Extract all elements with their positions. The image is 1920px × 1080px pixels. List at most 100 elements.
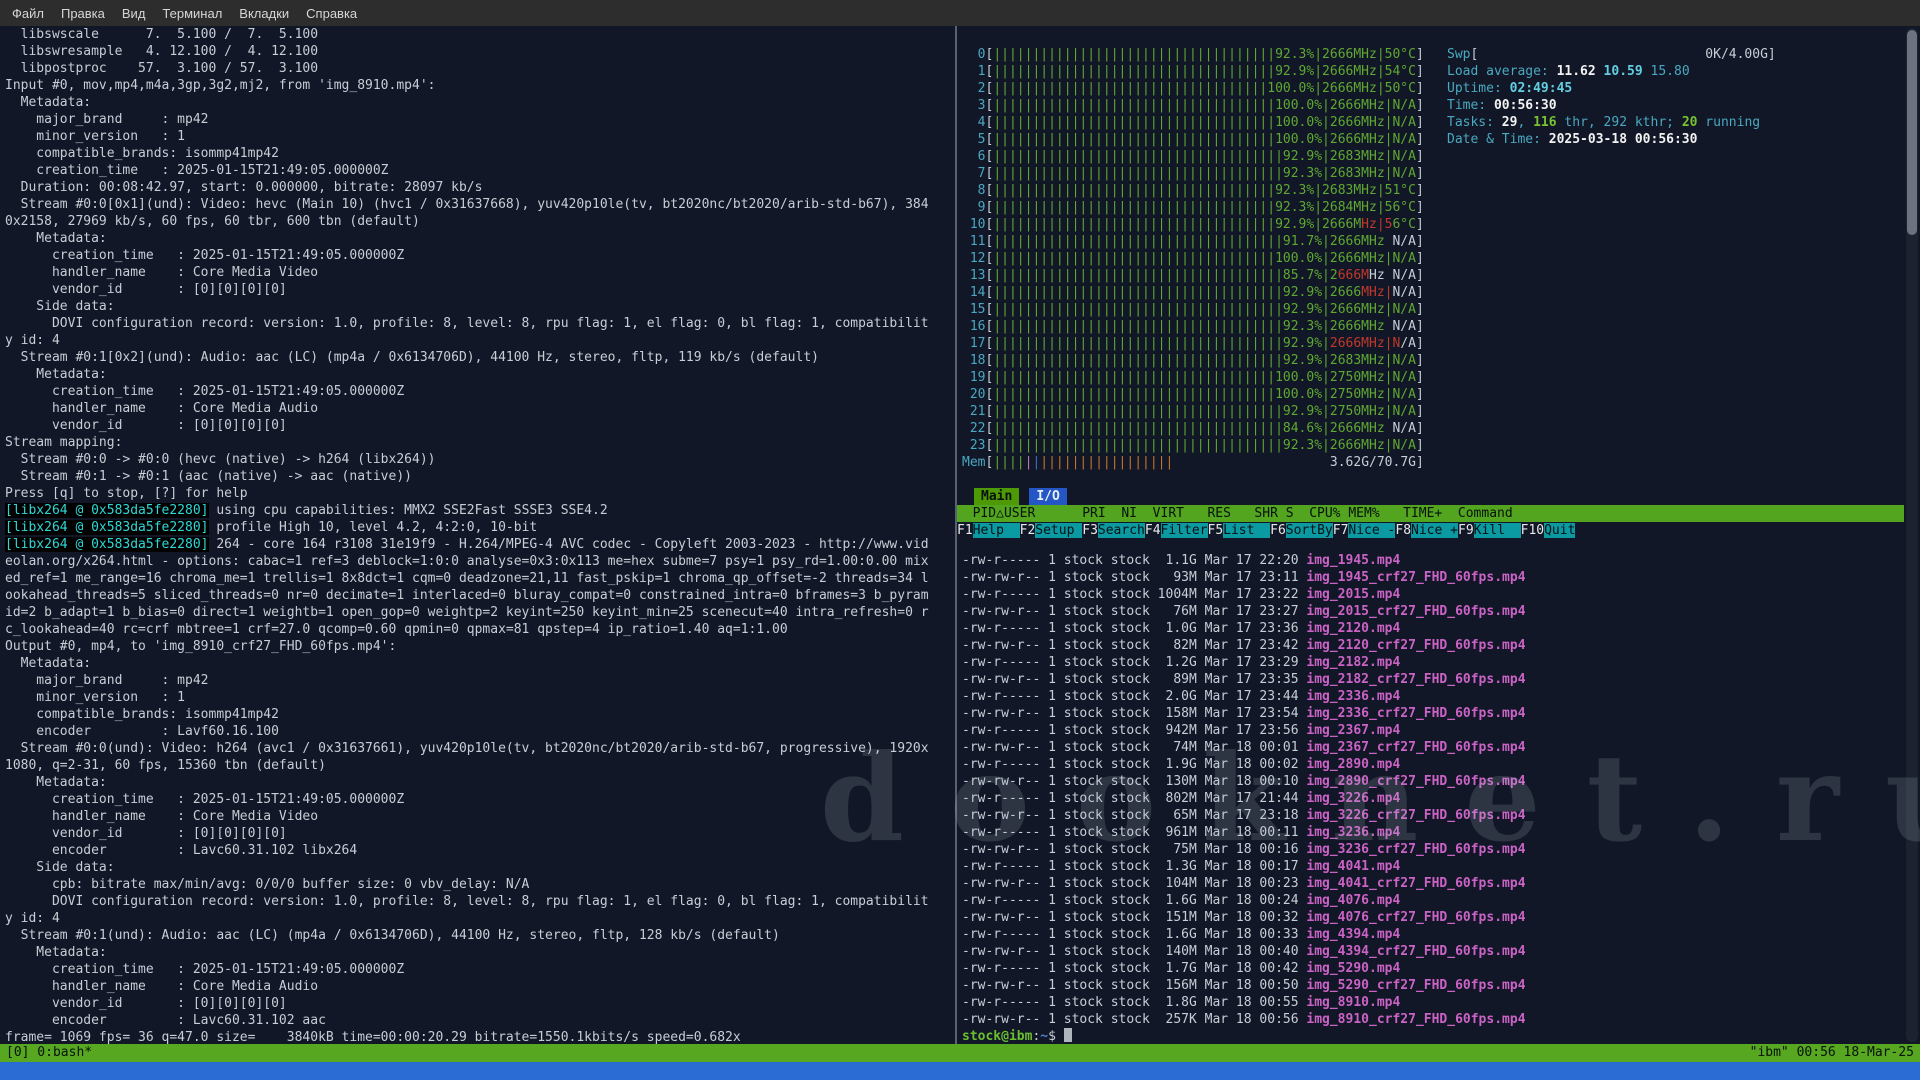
terminal-line: Input #0, mov,mp4,m4a,3gp,3g2,mj2, from … — [5, 77, 953, 94]
file-name: img_3236.mp4 — [1306, 825, 1400, 840]
terminal-line: Stream #0:0 -> #0:0 (hevc (native) -> h2… — [5, 451, 953, 468]
fkey-label[interactable]: Help — [973, 523, 1020, 538]
terminal-line: Metadata: — [5, 774, 953, 791]
terminal-line: Metadata: — [5, 366, 953, 383]
terminal-line: eolan.org/x264.html - options: cabac=1 r… — [5, 553, 953, 570]
terminal-line: Stream #0:1(und): Audio: aac (LC) (mp4a … — [5, 927, 953, 944]
file-name: img_4041_crf27_FHD_60fps.mp4 — [1306, 876, 1525, 891]
file-name: img_3226.mp4 — [1306, 791, 1400, 806]
terminal-line: vendor_id : [0][0][0][0] — [5, 995, 953, 1012]
file-name: img_2120.mp4 — [1306, 621, 1400, 636]
scrollbar[interactable] — [1906, 28, 1918, 1042]
cpu-meter: 19[||||||||||||||||||||||||||||||||||||1… — [962, 369, 1424, 386]
file-row: -rw-r----- 1 stock stock 1.8G Mar 18 00:… — [962, 994, 1526, 1011]
shell-prompt[interactable]: stock@ibm:~$ — [962, 1028, 1072, 1045]
fkey-label[interactable]: Nice + — [1411, 523, 1458, 538]
terminal-line: compatible_brands: isommp41mp42 — [5, 706, 953, 723]
file-row: -rw-r----- 1 stock stock 942M Mar 17 23:… — [962, 722, 1526, 739]
terminal-line: vendor_id : [0][0][0][0] — [5, 281, 953, 298]
menu-item[interactable]: Правка — [61, 6, 105, 21]
terminal-line: creation_time : 2025-01-15T21:49:05.0000… — [5, 162, 953, 179]
cpu-meter: 14[|||||||||||||||||||||||||||||||||||||… — [962, 284, 1424, 301]
fkey-label[interactable]: Kill — [1474, 523, 1521, 538]
file-name: img_8910_crf27_FHD_60fps.mp4 — [1306, 1012, 1525, 1027]
terminal-line: minor_version : 1 — [5, 128, 953, 145]
terminal-line: y id: 4 — [5, 910, 953, 927]
terminal-line: encoder : Lavc60.31.102 aac — [5, 1012, 953, 1029]
fkey-f7[interactable]: F7 — [1333, 523, 1349, 538]
file-row: -rw-rw-r-- 1 stock stock 76M Mar 17 23:2… — [962, 603, 1526, 620]
menu-item[interactable]: Файл — [12, 6, 44, 21]
cpu-meter: 21[|||||||||||||||||||||||||||||||||||||… — [962, 403, 1424, 420]
file-row: -rw-rw-r-- 1 stock stock 104M Mar 18 00:… — [962, 875, 1526, 892]
fkey-label[interactable]: Setup — [1035, 523, 1082, 538]
file-row: -rw-r----- 1 stock stock 1.3G Mar 18 00:… — [962, 858, 1526, 875]
file-name: img_8910.mp4 — [1306, 995, 1400, 1010]
cpu-meter: 13[|||||||||||||||||||||||||||||||||||||… — [962, 267, 1424, 284]
fkey-f4[interactable]: F4 — [1145, 523, 1161, 538]
fkey-f9[interactable]: F9 — [1458, 523, 1474, 538]
terminal-line: Side data: — [5, 859, 953, 876]
menu-item[interactable]: Вид — [122, 6, 146, 21]
fkey-f2[interactable]: F2 — [1020, 523, 1036, 538]
fkey-label[interactable]: List — [1223, 523, 1270, 538]
text-cursor[interactable] — [1064, 1028, 1072, 1042]
fkey-label[interactable]: Nice - — [1348, 523, 1395, 538]
htop-tab-main[interactable]: Main — [974, 488, 1019, 505]
fkey-f3[interactable]: F3 — [1082, 523, 1098, 538]
menu-item[interactable]: Вкладки — [239, 6, 289, 21]
terminal-line: Duration: 00:08:42.97, start: 0.000000, … — [5, 179, 953, 196]
terminal-line: handler_name : Core Media Video — [5, 264, 953, 281]
terminal-line: creation_time : 2025-01-15T21:49:05.0000… — [5, 383, 953, 400]
summary-line: Swp[ 0K/4.00G] — [1447, 46, 1776, 63]
terminal-line: ookahead_threads=5 sliced_threads=0 nr=0… — [5, 587, 953, 604]
terminal-line: handler_name : Core Media Audio — [5, 400, 953, 417]
fkey-f10[interactable]: F10 — [1521, 523, 1544, 538]
terminal-line: handler_name : Core Media Audio — [5, 978, 953, 995]
fkey-f1[interactable]: F1 — [957, 523, 973, 538]
scrollbar-thumb[interactable] — [1907, 30, 1917, 235]
terminal-line: handler_name : Core Media Video — [5, 808, 953, 825]
cpu-meter: 16[|||||||||||||||||||||||||||||||||||||… — [962, 318, 1424, 335]
terminal-line: Metadata: — [5, 655, 953, 672]
terminal-line: Metadata: — [5, 944, 953, 961]
file-name: img_2015_crf27_FHD_60fps.mp4 — [1306, 604, 1525, 619]
file-name: img_2890_crf27_FHD_60fps.mp4 — [1306, 774, 1525, 789]
tmux-status-bar: [0] 0:bash* "ibm" 00:56 18-Mar-25 — [0, 1044, 1920, 1062]
htop-summary-column: Swp[ 0K/4.00G]Load average: 11.62 10.59 … — [1447, 46, 1776, 148]
ffmpeg-output-pane[interactable]: libswscale 7. 5.100 / 7. 5.100 libswresa… — [5, 26, 953, 1046]
terminal-line: compatible_brands: isommp41mp42 — [5, 145, 953, 162]
terminal-line: Stream mapping: — [5, 434, 953, 451]
file-row: -rw-rw-r-- 1 stock stock 140M Mar 18 00:… — [962, 943, 1526, 960]
file-row: -rw-r----- 1 stock stock 802M Mar 17 21:… — [962, 790, 1526, 807]
cpu-meter: 9[||||||||||||||||||||||||||||||||||||92… — [962, 199, 1424, 216]
fkey-label[interactable]: Search — [1098, 523, 1145, 538]
terminal-line: Stream #0:0[0x1](und): Video: hevc (Main… — [5, 196, 953, 213]
file-row: -rw-r----- 1 stock stock 1.1G Mar 17 22:… — [962, 552, 1526, 569]
cpu-meter-block: 0[||||||||||||||||||||||||||||||||||||92… — [962, 46, 1424, 471]
terminal-line: c_lookahead=40 rc=crf mbtree=1 crf=27.0 … — [5, 621, 953, 638]
cpu-meter: 11[|||||||||||||||||||||||||||||||||||||… — [962, 233, 1424, 250]
file-name: img_2367_crf27_FHD_60fps.mp4 — [1306, 740, 1525, 755]
fkey-f5[interactable]: F5 — [1208, 523, 1224, 538]
terminal-line: Press [q] to stop, [?] for help — [5, 485, 953, 502]
file-row: -rw-rw-r-- 1 stock stock 82M Mar 17 23:4… — [962, 637, 1526, 654]
process-table-header[interactable]: PID△USER PRI NI VIRT RES SHR S CPU% MEM%… — [957, 505, 1904, 522]
fkey-label[interactable]: SortBy — [1286, 523, 1333, 538]
menu-item[interactable]: Терминал — [162, 6, 222, 21]
cpu-meter: 23[|||||||||||||||||||||||||||||||||||||… — [962, 437, 1424, 454]
file-row: -rw-rw-r-- 1 stock stock 93M Mar 17 23:1… — [962, 569, 1526, 586]
menu-item[interactable]: Справка — [306, 6, 357, 21]
htop-tab-io[interactable]: I/O — [1029, 488, 1066, 505]
file-row: -rw-r----- 1 stock stock 961M Mar 18 00:… — [962, 824, 1526, 841]
file-name: img_1945.mp4 — [1306, 553, 1400, 568]
cpu-meter: 1[||||||||||||||||||||||||||||||||||||92… — [962, 63, 1424, 80]
fkey-f6[interactable]: F6 — [1270, 523, 1286, 538]
prompt-user-host: stock@ibm — [962, 1029, 1032, 1044]
fkey-label[interactable]: Filter — [1161, 523, 1208, 538]
file-row: -rw-r----- 1 stock stock 1.6G Mar 18 00:… — [962, 892, 1526, 909]
terminal-window: Файл Правка Вид Терминал Вкладки Справка libs… — [0, 0, 1920, 1080]
fkey-label[interactable]: Quit — [1544, 523, 1575, 538]
file-name: img_4076.mp4 — [1306, 893, 1400, 908]
fkey-f8[interactable]: F8 — [1395, 523, 1411, 538]
